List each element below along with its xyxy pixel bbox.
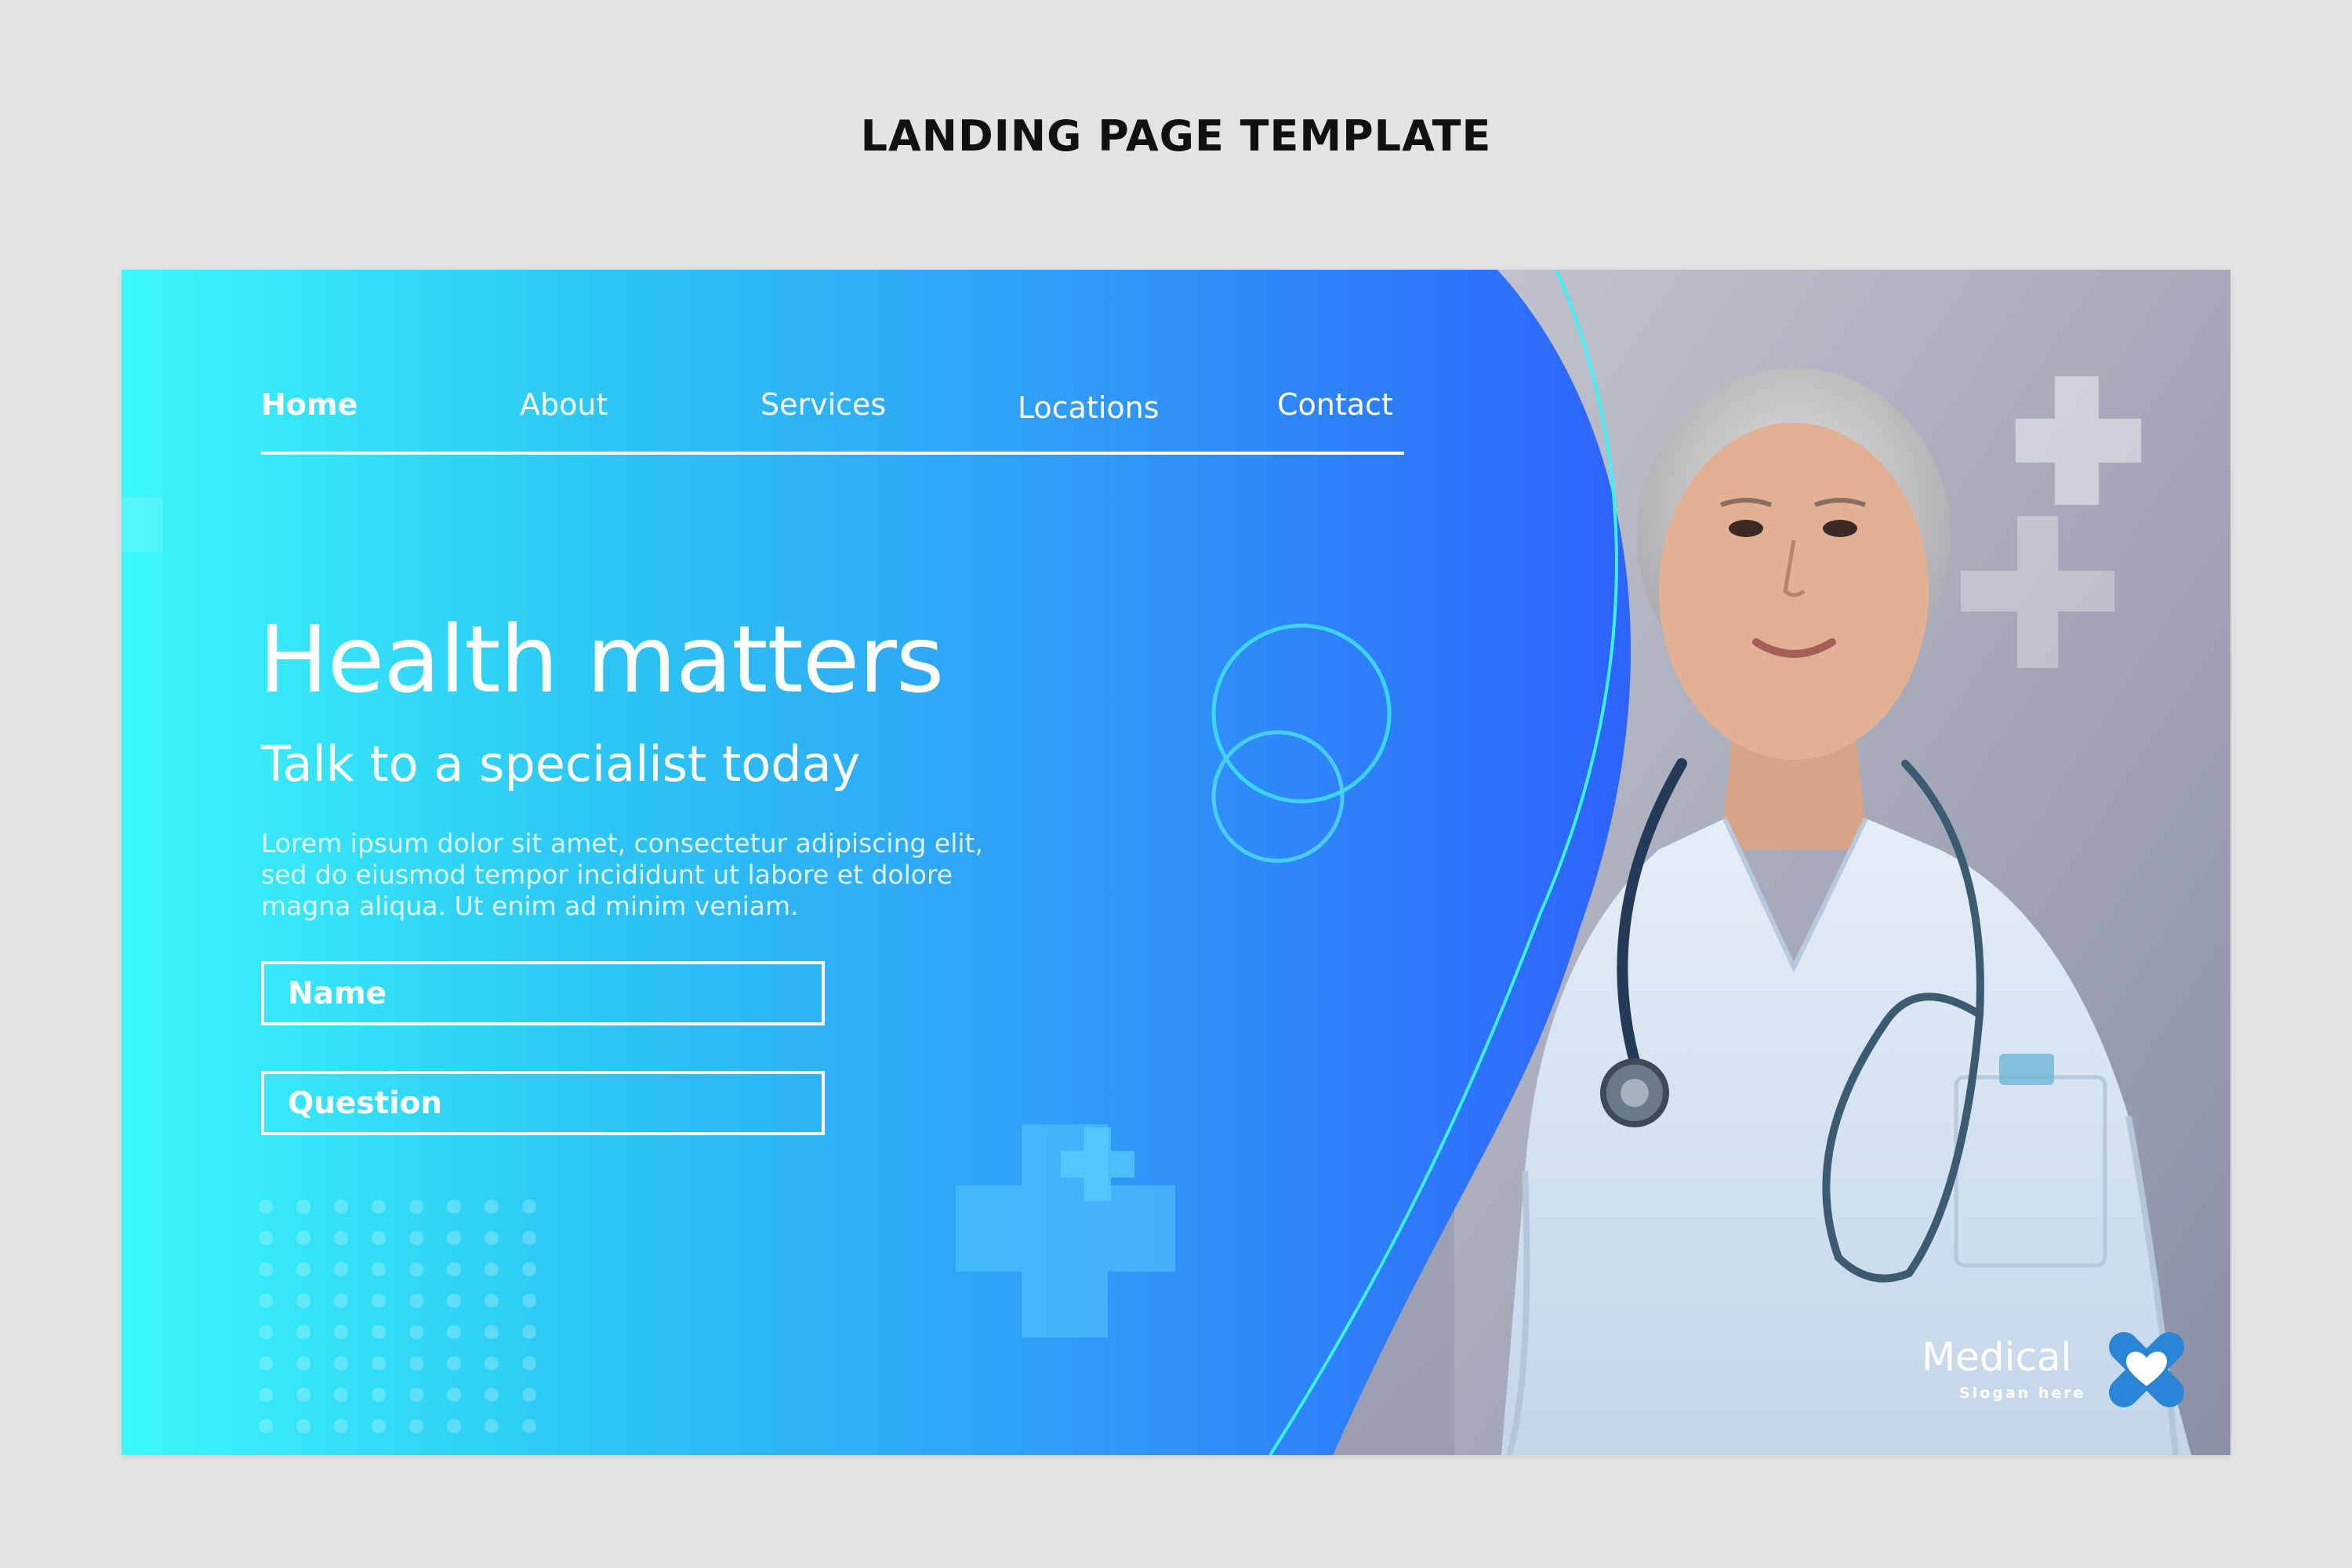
question-field[interactable]: Question — [261, 1071, 825, 1135]
medical-logo[interactable]: Medical Slogan here — [1922, 1319, 2204, 1421]
main-nav: Home About Services Locations Contact — [261, 387, 1404, 450]
logo-name: Medical — [1922, 1334, 2072, 1380]
faded-cross-icon — [122, 497, 162, 552]
hero-subtitle: Talk to a specialist today — [261, 735, 861, 793]
logo-slogan: Slogan here — [1959, 1385, 2086, 1402]
nav-item-contact[interactable]: Contact — [1277, 387, 1393, 422]
nav-item-home[interactable]: Home — [261, 387, 358, 422]
question-field-label: Question — [288, 1085, 443, 1121]
page-heading: LANDING PAGE TEMPLATE — [860, 111, 1492, 161]
nav-item-services[interactable]: Services — [760, 387, 886, 422]
nav-item-locations[interactable]: Locations — [1018, 390, 1160, 425]
name-field[interactable]: Name — [261, 961, 825, 1025]
dot-grid — [259, 1200, 536, 1433]
landing-page-card: Home About Services Locations Contact He… — [122, 270, 2230, 1455]
ring-top — [1211, 623, 1392, 804]
logo-cross-heart-icon — [2109, 1332, 2184, 1407]
nav-item-about[interactable]: About — [520, 387, 608, 422]
nav-underline — [261, 452, 1404, 455]
name-field-label: Name — [288, 975, 387, 1011]
hero-body-text: Lorem ipsum dolor sit amet, consectetur … — [261, 828, 983, 921]
hero-title: Health matters — [259, 605, 944, 713]
